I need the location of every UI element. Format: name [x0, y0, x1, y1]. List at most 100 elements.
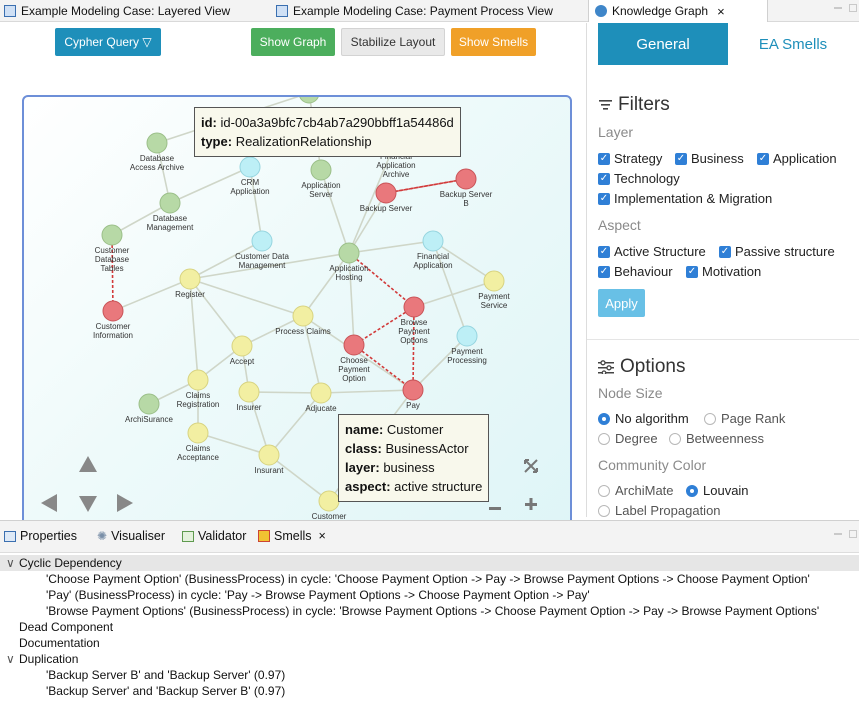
checkbox-label: Strategy: [614, 151, 663, 166]
options-heading: Options: [598, 356, 685, 378]
node-tooltip: name: Customer class: BusinessActor laye…: [338, 414, 490, 502]
tree-item[interactable]: 'Pay' (BusinessProcess) in cycle: 'Pay -…: [46, 587, 590, 603]
checkbox-checked-icon: ✓: [719, 245, 731, 258]
checkbox-checked-icon: ✓: [686, 265, 698, 278]
tree-label: Cyclic Dependency: [19, 556, 122, 570]
checkbox-checked-icon: ✓: [675, 152, 687, 165]
checkbox-application[interactable]: ✓ Application: [757, 151, 837, 166]
show-smells-button[interactable]: Show Smells: [451, 28, 536, 56]
tab-layered-view[interactable]: Example Modeling Case: Layered View: [0, 0, 230, 22]
node-label: Insurer: [236, 403, 262, 412]
checkbox-label: Implementation & Migration: [614, 191, 773, 206]
tab-label: Knowledge Graph: [612, 4, 709, 18]
minimize-icon[interactable]: [834, 7, 842, 9]
tab-label: Example Modeling Case: Payment Process V…: [293, 4, 553, 18]
radio-betweenness[interactable]: Betweenness: [669, 431, 764, 446]
minimize-icon[interactable]: [834, 533, 842, 535]
node-label: Accept: [229, 357, 255, 366]
tooltip-key: aspect:: [345, 479, 391, 494]
checkbox-active-structure[interactable]: ✓ Active Structure: [598, 244, 706, 259]
tab-general[interactable]: General: [598, 23, 728, 65]
checkbox-behaviour[interactable]: ✓ Behaviour: [598, 264, 673, 279]
tooltip-value: id-00a3a9bfc7cb4ab7a290bbff1a54486d: [220, 115, 454, 130]
tooltip-key: id:: [201, 115, 217, 130]
checkbox-business[interactable]: ✓ Business: [675, 151, 744, 166]
fit-icon[interactable]: [524, 459, 538, 473]
checkbox-label: Technology: [614, 171, 680, 186]
checkbox-checked-icon: ✓: [598, 265, 610, 278]
options-title: Options: [620, 356, 686, 377]
radio-degree[interactable]: Degree: [598, 431, 658, 446]
node-label: Payment Processing: [447, 347, 487, 365]
graph-canvas[interactable]: Database Access Archive CRM Application Appl…: [22, 95, 572, 527]
radio-unselected-icon: [598, 504, 610, 517]
node-label: Adjucate: [305, 404, 337, 413]
tab-visualiser[interactable]: ✺ Visualiser: [97, 529, 165, 543]
tree-category[interactable]: ∨ Cyclic Dependency: [0, 555, 859, 571]
checkbox-passive-structure[interactable]: ✓ Passive structure: [719, 244, 835, 259]
node-label: Backup Server: [359, 204, 413, 213]
cypher-query-button[interactable]: Cypher Query ▽: [55, 28, 161, 56]
smells-tree[interactable]: ∨ Cyclic Dependency 'Choose Payment Option…: [0, 555, 859, 705]
radio-label: Page Rank: [721, 411, 786, 426]
up-arrow-icon[interactable]: [78, 455, 98, 473]
tree-item[interactable]: 'Browse Payment Options' (BusinessProces…: [46, 603, 819, 619]
apply-button[interactable]: Apply: [598, 289, 645, 317]
bottom-tab-bar: Properties ✺ Visualiser Validator Smells…: [0, 521, 859, 553]
tree-category[interactable]: ∨ Duplication: [6, 651, 78, 667]
node-label: Browse Payment Options: [398, 318, 430, 345]
checkbox-implementation-migration[interactable]: ✓ Implementation & Migration: [598, 191, 772, 206]
tab-label: Validator: [198, 529, 247, 543]
zoom-out-icon[interactable]: [488, 501, 502, 515]
tab-properties[interactable]: Properties: [4, 529, 77, 543]
radio-selected-icon: [686, 484, 698, 497]
node-label: Pay: [406, 401, 420, 410]
tree-label: Documentation: [19, 636, 100, 650]
tree-item[interactable]: 'Backup Server B' and 'Backup Server' (0…: [46, 667, 285, 683]
checkbox-label: Motivation: [702, 264, 762, 279]
tab-smells[interactable]: Smells ×: [258, 529, 326, 543]
chevron-down-icon[interactable]: ∨: [6, 651, 19, 667]
show-graph-button[interactable]: Show Graph: [251, 28, 335, 56]
close-icon[interactable]: ×: [319, 529, 326, 543]
tab-validator[interactable]: Validator: [182, 529, 246, 543]
radio-page-rank[interactable]: Page Rank: [704, 411, 785, 426]
checkbox-label: Application: [773, 151, 837, 166]
node-label: Claims Registration: [176, 391, 220, 409]
tree-label: 'Pay' (BusinessProcess) in cycle: 'Pay -…: [46, 588, 590, 602]
divider: [587, 339, 859, 340]
zoom-in-icon[interactable]: [524, 497, 538, 511]
left-arrow-icon[interactable]: [40, 493, 58, 513]
checkbox-checked-icon: ✓: [598, 192, 610, 205]
knowledge-graph-side-panel: General EA Smells Filters Layer ✓ Strateg…: [586, 23, 859, 518]
tree-item[interactable]: 'Choose Payment Option' (BusinessProcess…: [46, 571, 810, 587]
tree-category[interactable]: Dead Component: [6, 619, 113, 635]
checkbox-strategy[interactable]: ✓ Strategy: [598, 151, 662, 166]
node-label: Process Claims: [275, 327, 331, 336]
properties-icon: [4, 530, 16, 542]
tab-knowledge-graph[interactable]: Knowledge Graph ×: [588, 0, 768, 22]
smells-icon: [258, 530, 270, 542]
maximize-icon[interactable]: [849, 530, 857, 538]
radio-label-propagation[interactable]: Label Propagation: [598, 503, 721, 518]
close-icon[interactable]: ×: [717, 4, 725, 19]
radio-no-algorithm[interactable]: No algorithm: [598, 411, 689, 426]
chevron-down-icon[interactable]: ∨: [6, 555, 19, 571]
maximize-icon[interactable]: [849, 4, 857, 12]
tree-item[interactable]: 'Backup Server' and 'Backup Server B' (0…: [46, 683, 285, 699]
tab-ea-smells[interactable]: EA Smells: [728, 23, 858, 65]
checkbox-technology[interactable]: ✓ Technology: [598, 171, 680, 186]
radio-louvain[interactable]: Louvain: [686, 483, 749, 498]
radio-unselected-icon: [669, 432, 681, 445]
node-label: Choose Payment Option: [338, 356, 370, 383]
down-arrow-icon[interactable]: [78, 495, 98, 513]
checkbox-motivation[interactable]: ✓ Motivation: [686, 264, 761, 279]
tab-payment-process-view[interactable]: Example Modeling Case: Payment Process V…: [272, 0, 553, 22]
stabilize-layout-button[interactable]: Stabilize Layout: [341, 28, 445, 56]
node-label: CRM Application: [230, 178, 270, 196]
right-arrow-icon[interactable]: [116, 493, 134, 513]
radio-archimate[interactable]: ArchiMate: [598, 483, 674, 498]
radio-label: Degree: [615, 431, 658, 446]
node-label: ArchiSurance: [124, 415, 174, 424]
tree-category[interactable]: Documentation: [6, 635, 100, 651]
